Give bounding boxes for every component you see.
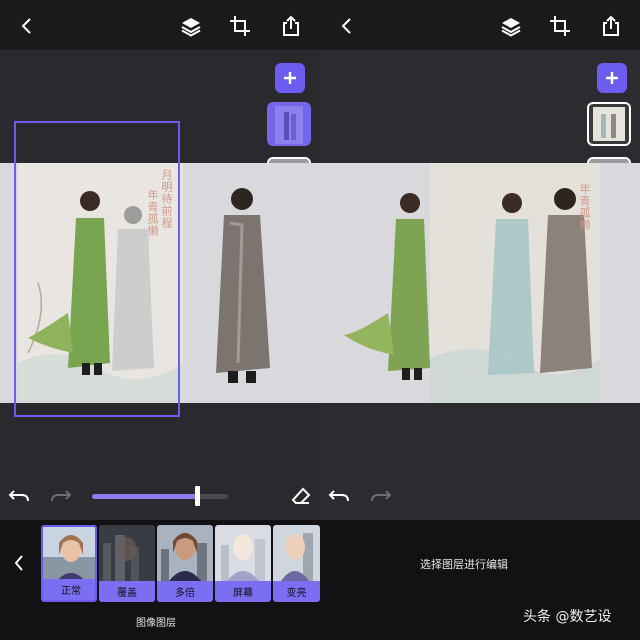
undo-icon[interactable] <box>328 485 350 507</box>
add-layer-button[interactable] <box>275 63 305 93</box>
layers-icon[interactable] <box>180 15 202 37</box>
left-top-toolbar <box>0 0 320 50</box>
figure-grey-robe <box>216 188 270 383</box>
share-icon[interactable] <box>600 15 622 37</box>
blend-mode-normal[interactable]: 正常 <box>41 525 97 602</box>
back-icon[interactable] <box>16 15 38 37</box>
blend-mode-screen[interactable]: 屏幕 <box>215 525 271 602</box>
opacity-slider-handle[interactable] <box>194 486 200 506</box>
blend-mode-label: 正常 <box>43 579 95 600</box>
redo-icon[interactable] <box>50 485 72 507</box>
blend-mode-label: 多倍 <box>157 581 213 602</box>
layers-icon[interactable] <box>500 15 522 37</box>
right-canvas[interactable]: 年青孤懒 <box>320 163 640 403</box>
watermark-handle: @数艺设 <box>555 609 612 625</box>
poster-image-blended: 年青孤懒 <box>430 163 600 403</box>
blend-mode-multiply[interactable]: 多倍 <box>157 525 213 602</box>
share-icon[interactable] <box>280 15 302 37</box>
blend-mode-label: 变亮 <box>273 581 320 602</box>
crop-icon[interactable] <box>229 15 251 37</box>
layer-thumbnail-selected[interactable] <box>267 102 311 146</box>
layer-selection-box[interactable] <box>14 121 180 417</box>
layer-thumbnail[interactable] <box>587 102 631 146</box>
poster-title-a: 年青孤懒 <box>578 183 591 231</box>
blend-mode-overlay[interactable]: 覆盖 <box>99 525 155 602</box>
blend-mode-label: 屏幕 <box>215 581 271 602</box>
add-layer-button[interactable] <box>597 63 627 93</box>
crop-icon[interactable] <box>549 15 571 37</box>
right-editor-panel: 年青孤懒 <box>320 0 640 520</box>
blend-mode-lighten[interactable]: 变亮 <box>273 525 320 602</box>
watermark: 头条 @数艺设 <box>523 606 611 626</box>
watermark-brand: 头条 <box>523 609 551 625</box>
left-editor-panel: 月明待前程 年青孤懒 <box>0 0 320 520</box>
image-layer-label: 图像图层 <box>136 618 176 629</box>
blend-preview-image <box>43 527 95 583</box>
back-icon[interactable] <box>336 15 358 37</box>
blend-preview-image <box>273 525 320 581</box>
blend-preview-image <box>215 525 271 581</box>
undo-icon[interactable] <box>8 485 30 507</box>
blend-preview-image <box>157 525 213 581</box>
chevron-left-icon[interactable] <box>8 552 30 574</box>
right-top-toolbar <box>320 0 640 50</box>
redo-icon[interactable] <box>370 485 392 507</box>
opacity-slider-fill <box>92 494 197 499</box>
opacity-slider[interactable] <box>92 486 228 506</box>
eraser-icon[interactable] <box>290 485 312 507</box>
blend-mode-label: 覆盖 <box>99 581 155 602</box>
blend-preview-image <box>99 525 155 581</box>
edit-hint-text: 选择图层进行编辑 <box>420 558 508 571</box>
